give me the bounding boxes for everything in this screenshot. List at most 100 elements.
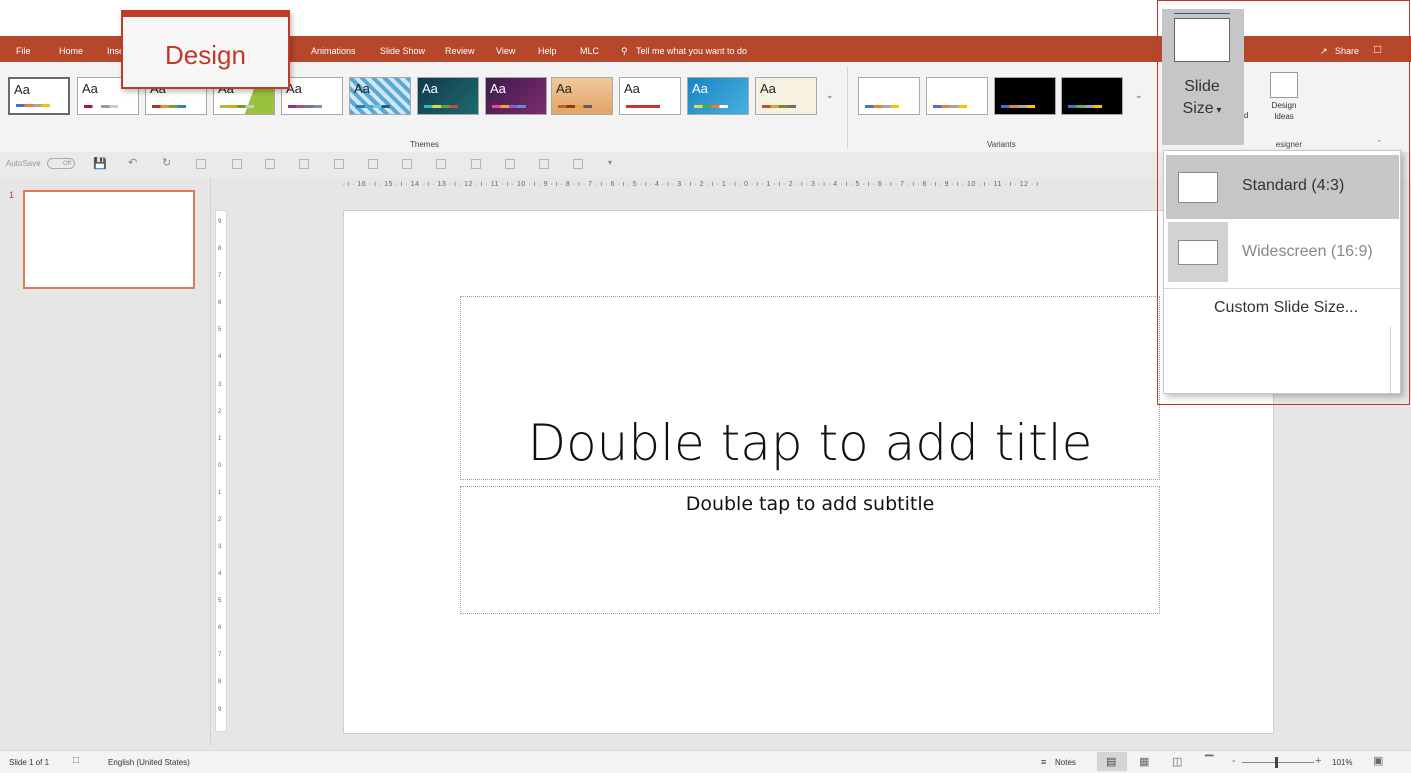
vertical-ruler-tick: 2 <box>218 408 222 415</box>
zoom-level[interactable]: 101% <box>1332 758 1352 767</box>
autosave-toggle[interactable]: Off <box>47 158 75 169</box>
variants-group-label: Variants <box>987 140 1016 149</box>
variant-3[interactable] <box>994 77 1056 115</box>
slide-size-icon <box>1174 18 1230 62</box>
qat-tool-icon[interactable] <box>471 159 481 169</box>
title-placeholder[interactable]: Double tap to add title <box>460 296 1160 480</box>
slide-size-label: Slide Size ▾ <box>1162 76 1242 122</box>
horizontal-ruler[interactable]: · ı · 16 · ı · 15 · ı · 14 · ı · 13 · ı … <box>342 181 1272 193</box>
vertical-ruler-tick: 7 <box>218 273 222 280</box>
redo-icon[interactable]: ↻ <box>162 156 171 169</box>
save-icon[interactable]: 💾 <box>93 157 107 170</box>
variant-2[interactable] <box>926 77 988 115</box>
slide-canvas[interactable]: Double tap to add title Double tap to ad… <box>343 210 1274 734</box>
subtitle-placeholder[interactable]: Double tap to add subtitle <box>460 486 1160 614</box>
tab-help[interactable]: Help <box>538 36 557 62</box>
qat-tool-icon[interactable] <box>299 159 309 169</box>
thumbnail-number: 1 <box>9 190 15 200</box>
qat-tool-icon[interactable] <box>196 159 206 169</box>
zoom-slider-thumb[interactable] <box>1275 757 1278 768</box>
tab-review[interactable]: Review <box>445 36 475 62</box>
qat-customize-icon[interactable]: ▾ <box>608 158 612 167</box>
tab-view[interactable]: View <box>496 36 515 62</box>
qat-tool-icon[interactable] <box>539 159 549 169</box>
theme-7[interactable]: Aa <box>417 77 479 115</box>
tab-home[interactable]: Home <box>59 36 83 62</box>
spell-check-icon[interactable]: □ <box>73 755 79 766</box>
zoom-out-icon[interactable]: - <box>1232 755 1236 767</box>
variants-more-chevron-icon[interactable]: ⌄ <box>1135 90 1143 101</box>
theme-swatch <box>220 105 254 108</box>
menu-item-widescreen[interactable]: Widescreen (16:9) <box>1166 221 1399 285</box>
theme-sample-text: Aa <box>354 81 370 96</box>
custom-size-label: Custom Slide Size... <box>1214 299 1359 316</box>
vertical-ruler-tick: 0 <box>218 462 222 469</box>
theme-8[interactable]: Aa <box>485 77 547 115</box>
vertical-ruler-tick: 3 <box>218 544 222 550</box>
theme-office[interactable]: Aa <box>8 77 70 115</box>
qat-tool-icon[interactable] <box>334 159 344 169</box>
tab-slide-show[interactable]: Slide Show <box>380 36 425 62</box>
slide-sorter-icon[interactable]: ▦ <box>1139 755 1149 768</box>
theme-5[interactable]: Aa <box>281 77 343 115</box>
theme-6[interactable]: Aa <box>349 77 411 115</box>
theme-swatch <box>16 104 50 107</box>
theme-12[interactable]: Aa <box>755 77 817 115</box>
theme-sample-text: Aa <box>422 81 438 96</box>
zoom-slider-track[interactable] <box>1242 762 1314 763</box>
vertical-ruler[interactable]: 9 8 7 6 5 4 3 2 1 0 1 2 3 4 5 6 7 8 9 <box>215 210 227 732</box>
qat-tool-icon[interactable] <box>402 159 412 169</box>
widescreen-slide-icon <box>1178 240 1218 265</box>
fit-to-window-icon[interactable]: ▣ <box>1373 754 1383 767</box>
notes-button[interactable]: Notes <box>1055 758 1076 767</box>
theme-sample-text: Aa <box>490 81 506 96</box>
theme-10[interactable]: Aa <box>619 77 681 115</box>
undo-icon[interactable]: ↶ <box>128 156 137 169</box>
qat-tool-icon[interactable] <box>265 159 275 169</box>
qat-tool-icon[interactable] <box>505 159 515 169</box>
qat-tool-icon[interactable] <box>232 159 242 169</box>
vertical-ruler-tick: 1 <box>218 489 222 496</box>
menu-divider <box>1164 288 1400 289</box>
design-tab-callout[interactable]: Design <box>121 10 290 89</box>
theme-sample-text: Aa <box>556 81 572 96</box>
vertical-ruler-tick: 6 <box>218 300 222 307</box>
menu-item-standard[interactable]: Standard (4:3) <box>1166 155 1399 219</box>
variant-4[interactable] <box>1061 77 1123 115</box>
theme-swatch <box>152 105 186 108</box>
theme-swatch <box>84 105 118 108</box>
language-status[interactable]: English (United States) <box>108 758 190 767</box>
slide-thumbnail[interactable] <box>23 190 195 289</box>
variant-1[interactable] <box>858 77 920 115</box>
slide-size-label-2: Size <box>1182 100 1214 117</box>
reading-view-icon[interactable]: ◫ <box>1172 755 1182 768</box>
chevron-down-icon: ▾ <box>1213 105 1222 116</box>
variant-swatch <box>1068 105 1102 108</box>
status-bar: Slide 1 of 1 □ English (United States) ≡… <box>0 750 1411 773</box>
tab-mlc[interactable]: MLC <box>580 36 599 62</box>
slide-size-dropdown: Standard (4:3) Widescreen (16:9) Custom … <box>1163 150 1401 394</box>
qat-tool-icon[interactable] <box>368 159 378 169</box>
tell-me-box[interactable]: Tell me what you want to do <box>636 36 747 62</box>
slide-size-button[interactable]: Slide Size ▾ <box>1162 9 1244 145</box>
vertical-ruler-tick: 9 <box>218 706 222 713</box>
theme-9[interactable]: Aa <box>551 77 613 115</box>
menu-item-custom-size[interactable]: Custom Slide Size... <box>1166 291 1399 325</box>
theme-swatch <box>558 105 592 108</box>
tab-file[interactable]: File <box>16 36 31 62</box>
widescreen-label: Widescreen (16:9) <box>1242 243 1373 260</box>
standard-slide-icon <box>1178 172 1218 203</box>
theme-swatch <box>492 105 526 108</box>
qat-tool-icon[interactable] <box>573 159 583 169</box>
vertical-ruler-tick: 8 <box>218 246 222 253</box>
slide-show-icon[interactable]: ▔ <box>1205 755 1213 768</box>
vertical-ruler-tick: 5 <box>218 327 222 334</box>
tab-animations[interactable]: Animations <box>311 36 356 62</box>
qat-tool-icon[interactable] <box>436 159 446 169</box>
themes-more-chevron-icon[interactable]: ⌄ <box>826 90 834 101</box>
slide-size-icon-guide <box>1174 13 1230 16</box>
zoom-in-icon[interactable]: + <box>1315 755 1321 767</box>
vertical-ruler-tick: 5 <box>218 598 222 605</box>
theme-11[interactable]: Aa <box>687 77 749 115</box>
notes-icon: ≡ <box>1041 757 1047 767</box>
